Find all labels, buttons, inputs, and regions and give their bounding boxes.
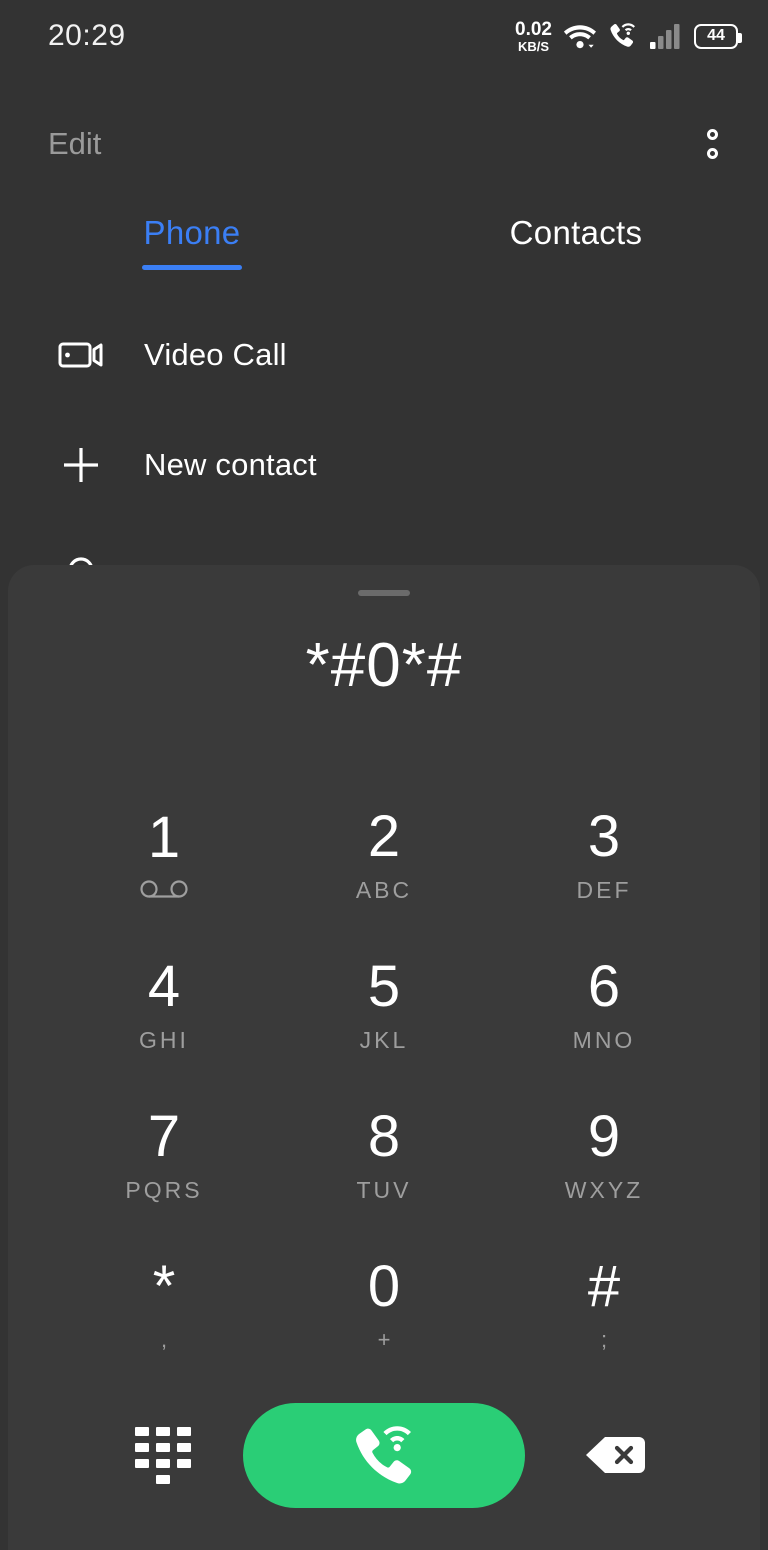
battery-level: 44	[707, 27, 725, 44]
battery-indicator: 44	[694, 23, 742, 49]
dialpad-dot-row	[135, 1474, 191, 1484]
call-button[interactable]	[243, 1402, 525, 1508]
tab-contacts[interactable]: Contacts	[384, 200, 768, 292]
dialpad-key-6[interactable]: 6 MNO	[494, 930, 714, 1080]
dialpad-dot	[135, 1426, 149, 1436]
dialpad-key-letters: TUV	[356, 1176, 412, 1203]
dialpad-dot	[156, 1426, 170, 1436]
list-item-new-contact[interactable]: New contact	[0, 410, 768, 520]
overflow-dot	[706, 129, 718, 140]
dialpad-key-digit: 8	[367, 1103, 401, 1169]
list-item-video-call[interactable]: Video Call	[0, 300, 768, 410]
dialpad-key-digit: 6	[587, 953, 621, 1019]
dialpad-key-digit: 4	[147, 953, 181, 1019]
dialpad-dot	[156, 1458, 170, 1468]
edit-button[interactable]: Edit	[48, 126, 101, 162]
backspace-icon[interactable]	[580, 1420, 650, 1490]
dialed-number-display[interactable]: *#0*#	[8, 630, 760, 701]
status-time: 20:29	[48, 19, 126, 52]
phone-app-screen: 20:29 0.02 KB/S 44 Edit Phone Contacts V…	[0, 0, 768, 1550]
dialpad-key-star[interactable]: * ,	[54, 1230, 274, 1380]
dialpad-key-digit: #	[587, 1253, 621, 1319]
video-camera-icon	[58, 339, 106, 371]
dialpad-key-5[interactable]: 5 JKL	[274, 930, 494, 1080]
call-phone-icon	[351, 1423, 417, 1488]
dialpad-key-9[interactable]: 9 WXYZ	[494, 1080, 714, 1230]
call-signal-icon	[610, 23, 635, 47]
dialpad-dot	[135, 1458, 149, 1468]
dialpad-key-letters: +	[377, 1326, 391, 1352]
network-speed-value: 0.02	[515, 18, 552, 40]
dialpad-key-0[interactable]: 0 +	[274, 1230, 494, 1380]
dialpad-key-letters: GHI	[139, 1026, 189, 1053]
dialpad-key-digit: 1	[147, 804, 181, 870]
dialpad: 1 2 ABC 3 DEF 4 GHI 5 JKL 6 MNO 7 PQRS 8…	[54, 780, 714, 1380]
dialpad-key-digit: 3	[587, 803, 621, 869]
dialpad-key-letters: PQRS	[125, 1176, 203, 1203]
dialpad-dot	[177, 1426, 191, 1436]
voicemail-icon	[138, 878, 190, 902]
tab-phone[interactable]: Phone	[0, 200, 384, 292]
network-speed-indicator: 0.02 KB/S	[515, 20, 552, 53]
dialpad-icon[interactable]	[128, 1420, 198, 1490]
status-icons: 0.02 KB/S 44	[515, 20, 742, 53]
dialpad-key-8[interactable]: 8 TUV	[274, 1080, 494, 1230]
dialpad-key-digit: *	[152, 1253, 176, 1319]
tab-active-indicator	[526, 265, 626, 270]
dialpad-key-digit: 0	[367, 1253, 401, 1319]
dialpad-key-letters: JKL	[359, 1026, 409, 1053]
plus-icon	[58, 442, 106, 488]
dialpad-grid	[135, 1426, 191, 1484]
dialpad-dot	[156, 1442, 170, 1452]
top-bar: Edit	[0, 100, 768, 188]
drag-handle[interactable]	[358, 590, 410, 596]
more-options-icon[interactable]	[688, 120, 736, 168]
dialpad-key-7[interactable]: 7 PQRS	[54, 1080, 274, 1230]
dialpad-key-digit: 9	[587, 1103, 621, 1169]
dialpad-key-letters: DEF	[576, 876, 632, 903]
tab-active-indicator	[142, 265, 242, 270]
dialpad-key-letters: ,	[160, 1326, 168, 1352]
dialpad-dot	[156, 1474, 170, 1484]
tab-bar: Phone Contacts	[0, 200, 768, 292]
dialpad-key-2[interactable]: 2 ABC	[274, 780, 494, 930]
dialpad-key-letters: WXYZ	[564, 1176, 644, 1203]
dialpad-key-1[interactable]: 1	[54, 780, 274, 930]
dialpad-key-3[interactable]: 3 DEF	[494, 780, 714, 930]
dialer-sheet: *#0*# 1 2 ABC 3 DEF 4 GHI 5 JKL 6 MNO 7 …	[8, 565, 760, 1550]
dialer-action-bar	[8, 1385, 760, 1525]
list-item-label: Video Call	[144, 337, 287, 372]
wifi-icon	[563, 25, 596, 49]
dialpad-key-4[interactable]: 4 GHI	[54, 930, 274, 1080]
dialpad-key-letters: MNO	[572, 1026, 636, 1053]
dialpad-key-letters: ABC	[355, 876, 413, 903]
tab-contacts-label: Contacts	[509, 214, 643, 251]
dialpad-dot	[177, 1442, 191, 1452]
network-speed-unit: KB/S	[517, 38, 550, 54]
dialpad-key-hash[interactable]: # ;	[494, 1230, 714, 1380]
dialpad-dot	[177, 1458, 191, 1468]
cellular-signal-icon	[650, 24, 680, 49]
overflow-dot	[706, 148, 718, 159]
status-bar: 20:29 0.02 KB/S 44	[0, 0, 768, 72]
dialpad-key-digit: 2	[367, 803, 401, 869]
tab-phone-label: Phone	[143, 214, 241, 251]
dialpad-dot	[135, 1442, 149, 1452]
dialpad-dot-grid	[135, 1426, 191, 1468]
list-item-label: New contact	[144, 447, 317, 482]
dialpad-key-digit: 7	[147, 1103, 181, 1169]
dialpad-key-letters: ;	[600, 1326, 608, 1352]
dialpad-key-digit: 5	[367, 953, 401, 1019]
